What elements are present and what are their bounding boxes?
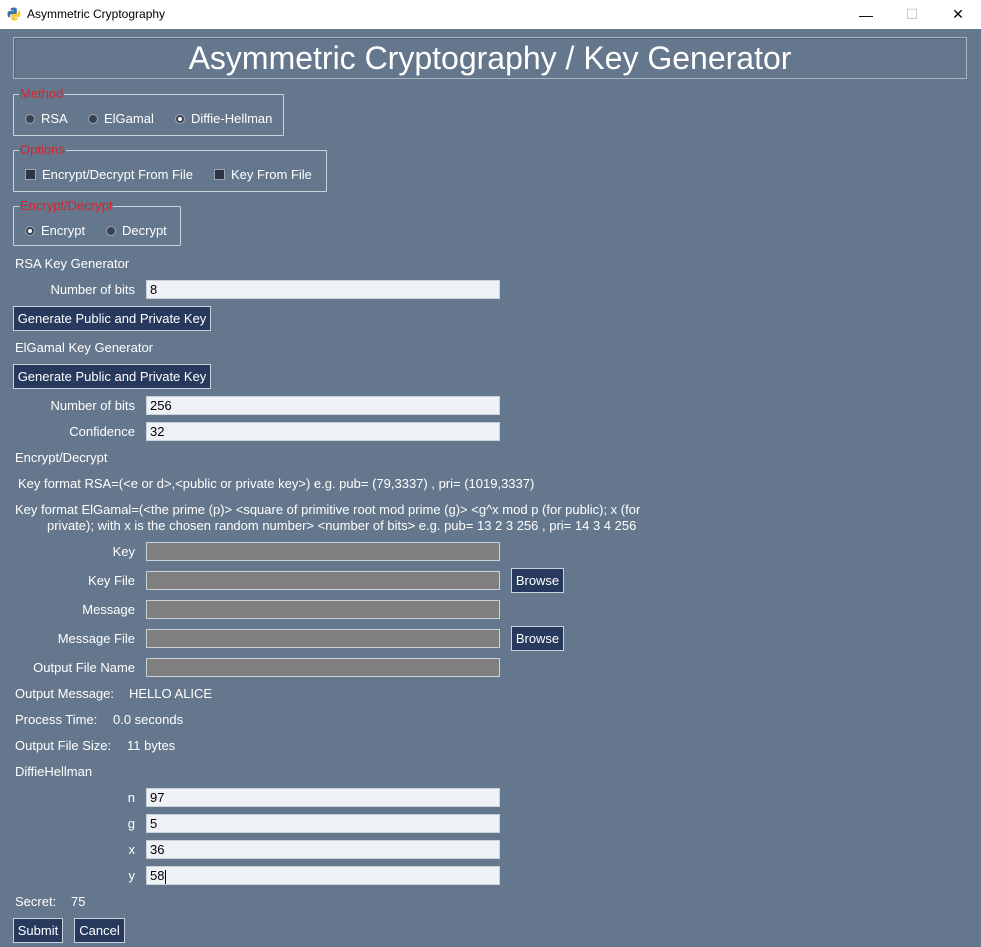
key-file-label: Key File: [88, 573, 135, 588]
text-caret: [165, 869, 167, 884]
elgamal-confidence-input[interactable]: 32: [146, 422, 500, 441]
radio-off-icon: [106, 225, 116, 236]
dh-n-label: n: [127, 790, 135, 805]
method-rsa-label: RSA: [41, 111, 68, 126]
output-file-label: Output File Name: [33, 660, 135, 675]
secret-label: Secret:: [15, 894, 57, 909]
dh-x-input[interactable]: 36: [146, 840, 500, 859]
elgamal-bits-input[interactable]: 256: [146, 396, 500, 415]
output-message-value: HELLO ALICE: [129, 686, 213, 701]
window-titlebar: Asymmetric Cryptography — ☐ ✕: [0, 0, 981, 29]
output-message-label: Output Message:: [15, 686, 114, 701]
mode-encrypt-radio[interactable]: Encrypt: [25, 223, 85, 238]
submit-button[interactable]: Submit: [13, 918, 63, 943]
key-from-file-label: Key From File: [231, 167, 312, 182]
elgamal-generate-button[interactable]: Generate Public and Private Key: [13, 364, 211, 389]
mode-decrypt-radio[interactable]: Decrypt: [106, 223, 167, 238]
method-diffie-hellman-radio[interactable]: Diffie-Hellman: [175, 111, 272, 126]
mode-decrypt-label: Decrypt: [122, 223, 167, 238]
key-label: Key: [112, 544, 135, 559]
method-rsa-radio[interactable]: RSA: [25, 111, 68, 126]
dh-y-value: 58: [150, 868, 165, 883]
dh-n-input[interactable]: 97: [146, 788, 500, 807]
method-legend: Method: [19, 86, 65, 102]
elgamal-key-format-line1: Key format ElGamal=(<the prime (p)> <squ…: [15, 502, 641, 517]
radio-on-icon: [175, 113, 185, 124]
dh-heading: DiffieHellman: [15, 764, 93, 779]
radio-off-icon: [25, 113, 35, 124]
key-file-browse-button[interactable]: Browse: [511, 568, 564, 593]
message-input[interactable]: [146, 600, 500, 619]
output-file-input[interactable]: [146, 658, 500, 677]
window-title: Asymmetric Cryptography: [27, 7, 166, 21]
key-file-input[interactable]: [146, 571, 500, 590]
python-icon: [7, 7, 21, 21]
message-file-browse-button[interactable]: Browse: [511, 626, 564, 651]
checkbox-icon: [25, 169, 36, 180]
radio-off-icon: [88, 113, 98, 124]
message-file-label: Message File: [57, 631, 135, 646]
encdec-heading: Encrypt/Decrypt: [15, 450, 108, 465]
page-title: Asymmetric Cryptography / Key Generator: [13, 37, 967, 79]
checkbox-icon: [214, 169, 225, 180]
method-elgamal-label: ElGamal: [104, 111, 154, 126]
rsa-heading: RSA Key Generator: [15, 256, 130, 271]
mode-encrypt-label: Encrypt: [41, 223, 86, 238]
dh-g-label: g: [127, 816, 135, 831]
radio-on-icon: [25, 225, 35, 236]
elgamal-heading: ElGamal Key Generator: [15, 340, 154, 355]
method-elgamal-radio[interactable]: ElGamal: [88, 111, 154, 126]
message-label: Message: [82, 602, 135, 617]
elgamal-bits-label: Number of bits: [50, 398, 135, 413]
process-time-value: 0.0 seconds: [113, 712, 184, 727]
maximize-button[interactable]: ☐: [889, 0, 935, 29]
dh-x-label: x: [128, 842, 136, 857]
elgamal-key-format-line2: private); with x is the chosen random nu…: [47, 518, 637, 533]
secret-value: 75: [71, 894, 86, 909]
rsa-key-format-text: Key format RSA=(<e or d>,<public or priv…: [18, 476, 535, 491]
dh-y-label: y: [128, 868, 136, 883]
encrypt-from-file-checkbox[interactable]: Encrypt/Decrypt From File: [25, 167, 193, 182]
rsa-generate-button[interactable]: Generate Public and Private Key: [13, 306, 211, 331]
rsa-bits-input[interactable]: 8: [146, 280, 500, 299]
key-from-file-checkbox[interactable]: Key From File: [214, 167, 312, 182]
output-size-value: 11 bytes: [127, 738, 176, 753]
cancel-button[interactable]: Cancel: [74, 918, 125, 943]
dh-g-input[interactable]: 5: [146, 814, 500, 833]
process-time-label: Process Time:: [15, 712, 98, 727]
minimize-button[interactable]: —: [843, 0, 889, 29]
elgamal-confidence-label: Confidence: [69, 424, 135, 439]
rsa-bits-label: Number of bits: [50, 282, 135, 297]
mode-legend: Encrypt/Decrypt: [19, 198, 114, 214]
method-dh-label: Diffie-Hellman: [191, 111, 273, 126]
close-button[interactable]: ✕: [935, 0, 981, 29]
options-legend: Options: [19, 142, 66, 158]
encrypt-from-file-label: Encrypt/Decrypt From File: [42, 167, 193, 182]
message-file-input[interactable]: [146, 629, 500, 648]
output-size-label: Output File Size:: [15, 738, 112, 753]
key-input[interactable]: [146, 542, 500, 561]
dh-y-input[interactable]: 58: [146, 866, 500, 885]
